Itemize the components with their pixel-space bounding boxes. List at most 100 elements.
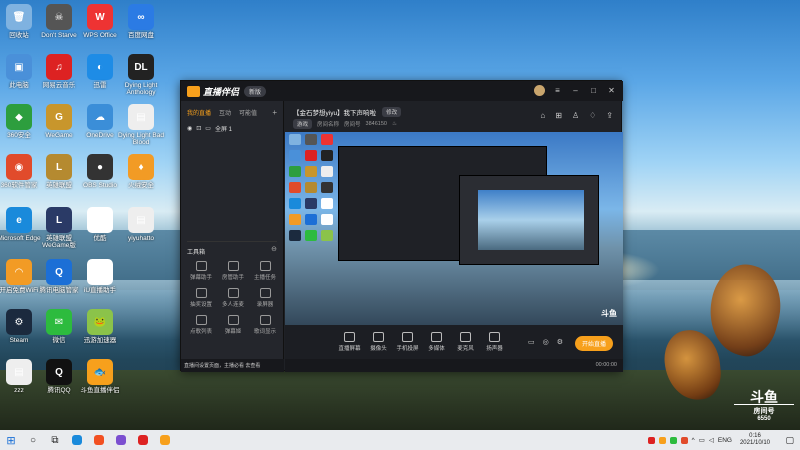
preview-app-icon — [321, 166, 333, 177]
douyu-icon — [160, 435, 170, 445]
source-tool-button[interactable]: 摄像头 — [364, 332, 393, 352]
app-icon: G — [46, 104, 72, 130]
tab-value[interactable]: 可能值 — [239, 108, 257, 117]
source-tool-button[interactable]: 扬声器 — [480, 332, 509, 352]
desktop-icon[interactable]: W WPS Office — [77, 4, 123, 50]
scene-item[interactable]: ◉ ⊡ ▭ 全屏 1 — [181, 121, 283, 136]
tool-item[interactable]: 弹幕助手 — [185, 261, 217, 281]
start-button[interactable]: ⊞ — [0, 430, 22, 450]
taskbar-app-visual-studio[interactable] — [110, 430, 132, 450]
preview-app-icon — [289, 230, 301, 241]
tool-item[interactable]: 房管助手 — [217, 261, 249, 281]
desktop-icon[interactable]: ♦ 火绒安全 — [118, 154, 164, 200]
tool-item[interactable]: 抽奖设置 — [185, 288, 217, 308]
tool-item[interactable]: 主播任务 — [249, 261, 281, 281]
live-preview[interactable]: 斗鱼 — [285, 132, 623, 325]
desktop-icon[interactable]: DL Dying Light Anthology — [118, 54, 164, 100]
tool-item[interactable]: 弹幕姬 — [217, 315, 249, 335]
app-titlebar[interactable]: 直播伴侣 新版 ≡ – □ ✕ — [181, 81, 623, 101]
tool-item[interactable]: 录屏器 — [249, 288, 281, 308]
live-stream-app-window[interactable]: 直播伴侣 新版 ≡ – □ ✕ 我的直播 互动 可能值 + ◉ ⊡ ▭ 全屏 1… — [180, 80, 623, 372]
network-icon[interactable]: ▭ — [699, 436, 705, 444]
toolbox-title: 工具箱 — [187, 250, 206, 256]
clock[interactable]: 0:16 2021/10/10 — [740, 433, 770, 447]
search-icon[interactable]: ○ — [22, 430, 44, 450]
minimize-icon[interactable]: – — [570, 85, 581, 96]
desktop-icon[interactable]: ● OBS Studio — [77, 154, 123, 200]
desktop-icon[interactable]: 🐟 斗鱼直播伴侣 — [77, 359, 123, 405]
menu-icon[interactable]: ≡ — [552, 85, 563, 96]
avatar[interactable] — [534, 85, 545, 96]
edit-room-button[interactable]: 修改 — [382, 107, 402, 117]
eye-icon[interactable]: ◉ — [187, 125, 192, 132]
app-icon: L — [46, 207, 72, 233]
tray-app-icon[interactable] — [658, 436, 666, 444]
taskbar-app-edge[interactable] — [66, 430, 88, 450]
preview-nested-window — [338, 146, 599, 265]
desktop-icon[interactable]: ▤ Dying Light Bad Blood — [118, 104, 164, 150]
desktop-icon[interactable]: ♫ 网易云音乐 — [36, 54, 82, 100]
taskbar-app-store[interactable] — [88, 430, 110, 450]
preview-app-icon — [321, 134, 333, 145]
lock-icon[interactable]: ⊡ — [196, 125, 201, 132]
tray-app-icon[interactable] — [647, 436, 655, 444]
room-name-label: 房间名称 — [317, 122, 340, 128]
tool-item[interactable]: 多人连麦 — [217, 288, 249, 308]
desktop-icon[interactable]: Q 腾讯QQ — [36, 359, 82, 405]
gift-icon[interactable]: ⌂ — [540, 111, 545, 120]
app-icon: ◆ — [6, 104, 32, 130]
eye-preview-icon[interactable]: ◎ — [543, 338, 549, 346]
app-icon: Q — [46, 359, 72, 385]
camera-record-icon[interactable]: ▭ — [528, 338, 535, 346]
preview-nested-window-2 — [459, 175, 599, 265]
desktop-icon[interactable]: iU iU直播助手 — [77, 259, 123, 305]
desktop-icon[interactable]: L 英雄联盟 — [36, 154, 82, 200]
tray-app-icon[interactable] — [669, 436, 677, 444]
taskbar-app-netease-music[interactable] — [132, 430, 154, 450]
tool-icon — [195, 315, 207, 325]
desktop-icon[interactable]: G WeGame — [36, 104, 82, 150]
left-status-notice[interactable]: 直播间设置页面，主播必看 去查看 — [181, 359, 284, 372]
tray-app-icon[interactable] — [680, 436, 688, 444]
add-scene-icon[interactable]: + — [272, 108, 277, 117]
toolbox-collapse-icon[interactable]: ⊖ — [271, 245, 277, 253]
source-tool-button[interactable]: 麦克风 — [451, 332, 480, 352]
notification-icon[interactable]: ▢ — [785, 435, 794, 446]
desktop-icon[interactable]: 🐸 迅游加速器 — [77, 309, 123, 355]
chevron-up-icon[interactable]: ^ — [692, 437, 695, 444]
tab-my-live[interactable]: 我的直播 — [187, 108, 211, 117]
desktop-icon[interactable]: ☠ Don't Starve — [36, 4, 82, 50]
extra-controls: ▭ ◎ ⚙ — [528, 338, 563, 346]
source-tool-button[interactable]: 手机投屏 — [393, 332, 422, 352]
volume-icon[interactable]: ◁ — [709, 436, 714, 444]
desktop-icon-label: Dying Light Bad Blood — [118, 132, 164, 146]
desktop-icon[interactable]: ▤ yiyuhatto — [118, 207, 164, 253]
desktop-icon[interactable]: L 英雄联盟WeGame版 — [36, 207, 82, 253]
version-badge[interactable]: 新版 — [244, 85, 267, 97]
room-category[interactable]: 游戏 — [293, 119, 313, 129]
source-tool-button[interactable]: 直播屏幕 — [335, 332, 364, 352]
language-indicator[interactable]: ENG — [718, 437, 732, 444]
taskbar-app-douyu[interactable] — [154, 430, 176, 450]
preview-desktop-icons — [289, 134, 337, 241]
bell-icon[interactable]: ♢ — [589, 111, 596, 120]
shop-icon[interactable]: ⊞ — [555, 111, 562, 120]
tool-item[interactable]: 点歌列表 — [185, 315, 217, 335]
settings-icon[interactable]: ⚙ — [557, 338, 563, 346]
desktop-icon[interactable]: ✉ 微信 — [36, 309, 82, 355]
tool-label: 录屏器 — [256, 302, 274, 308]
start-live-button[interactable]: 开始直播 — [574, 336, 613, 351]
task-view-icon[interactable]: ⧉ — [44, 430, 66, 450]
source-tool-button[interactable]: 多媒体 — [422, 332, 451, 352]
tab-interact[interactable]: 互动 — [219, 108, 231, 117]
user-icon[interactable]: ♙ — [572, 111, 579, 120]
desktop-icon[interactable]: Q 腾讯电脑管家 — [36, 259, 82, 305]
share-icon[interactable]: ⇪ — [606, 111, 613, 120]
status-bar: 00:00:00 — [285, 359, 623, 372]
close-icon[interactable]: ✕ — [606, 85, 617, 96]
preview-app-icon — [305, 182, 317, 193]
tool-item[interactable]: 歌词显示 — [249, 315, 281, 335]
maximize-icon[interactable]: □ — [588, 85, 599, 96]
desktop-icon[interactable]: Y 优酷 — [77, 207, 123, 253]
desktop-icon[interactable]: ∞ 百度网盘 — [118, 4, 164, 50]
